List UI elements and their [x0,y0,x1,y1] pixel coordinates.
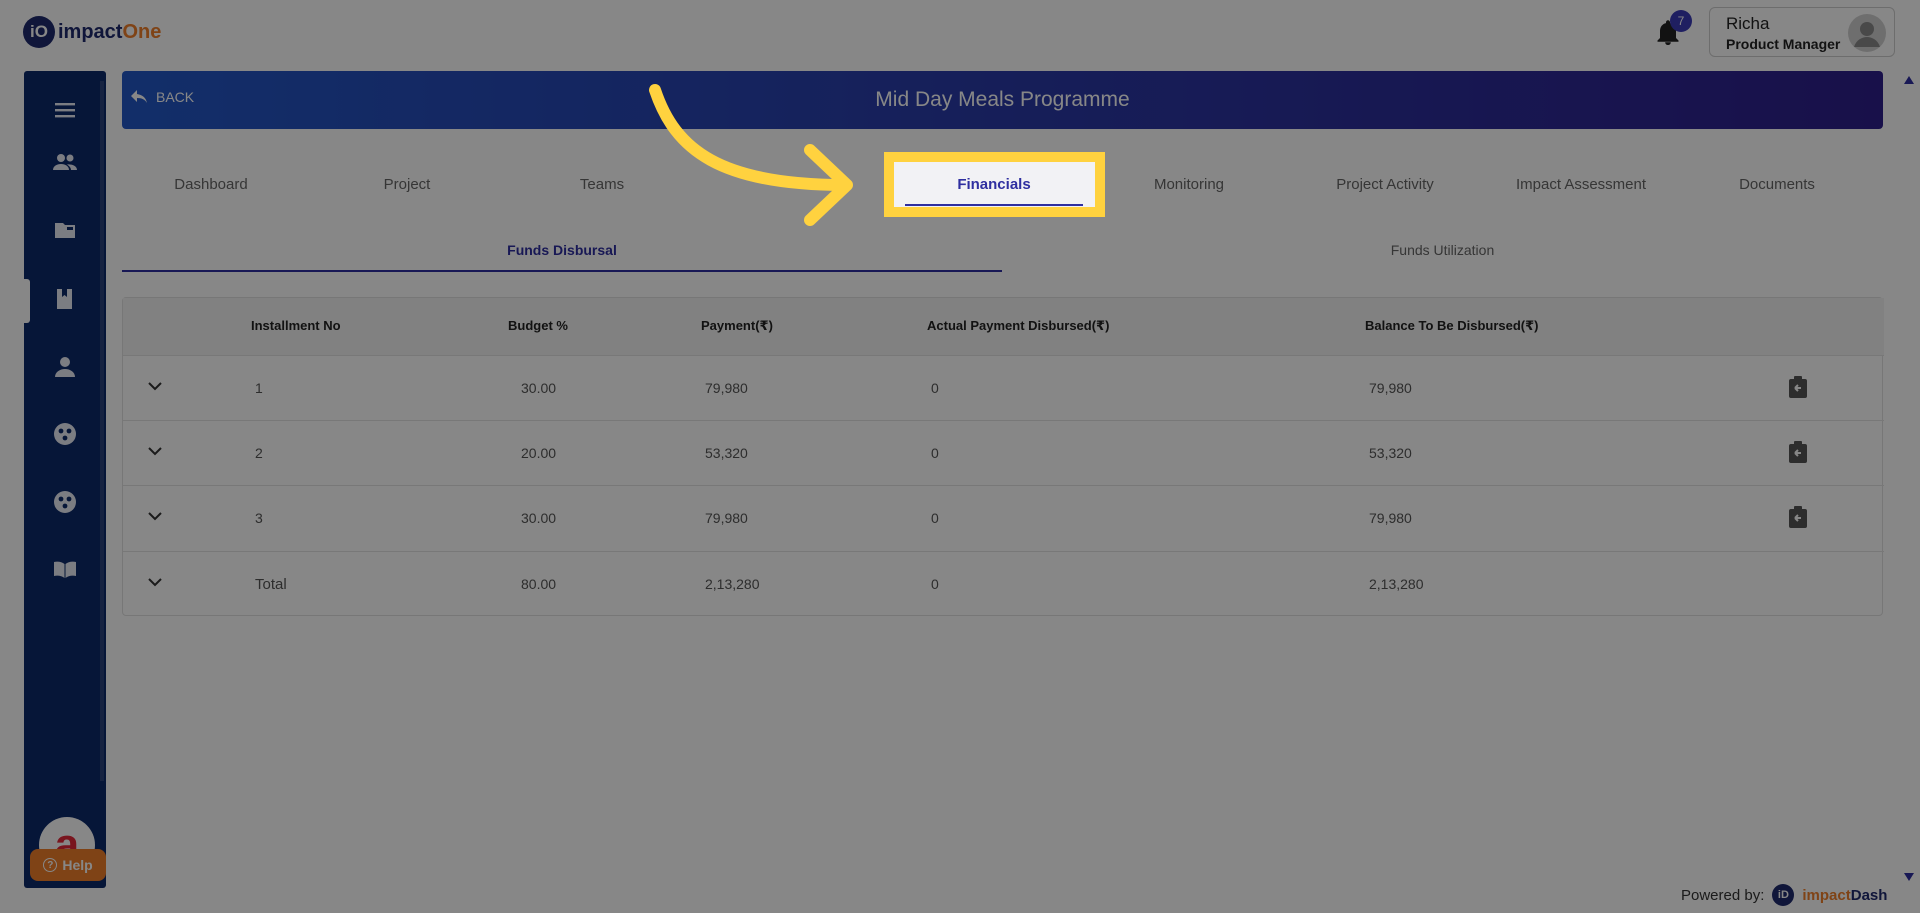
help-button[interactable]: ? Help [30,849,106,881]
cell-budget: 30.00 [521,380,557,396]
impactdash-brand-part-1: impact [1802,886,1851,904]
clipboard-return-icon[interactable] [1787,375,1809,399]
people-icon[interactable] [52,149,78,175]
subtab-funds-disbursal[interactable]: Funds Disbursal [122,232,1002,268]
help-icon: ? [43,858,58,872]
column-budget-percent: Budget % [508,318,568,333]
cell-payment: 79,980 [705,380,748,396]
cell-actual: 0 [931,380,939,396]
logo-mark: iO [23,16,55,48]
top-bar: iO impactOne 7 Richa Product Manager [0,0,1920,64]
logo-text-part-1: impact [58,20,123,43]
impactdash-logo-mark: iD [1772,884,1795,906]
funds-disbursal-table: Installment No Budget % Payment(₹) Actua… [122,297,1884,616]
table-row[interactable]: 2 20.00 53,320 0 53,320 [123,420,1884,485]
cell-installment: 3 [255,510,263,526]
user-icon[interactable] [52,354,78,380]
user-role: Product Manager [1726,36,1841,52]
cell-payment: 53,320 [705,445,748,461]
reply-arrow-icon [131,90,147,103]
clipboard-return-icon[interactable] [1787,505,1809,529]
cell-actual: 0 [931,576,939,592]
table-header: Installment No Budget % Payment(₹) Actua… [123,298,1884,355]
team-icon[interactable] [52,489,78,515]
sidebar: a [24,71,106,888]
impactdash-brand-part-2: Dash [1850,886,1888,904]
cell-payment: 79,980 [705,510,748,526]
help-label: Help [62,857,93,873]
scroll-up-arrow-icon[interactable] [1904,76,1914,84]
open-book-icon[interactable] [52,557,78,583]
column-actual-payment: Actual Payment Disbursed(₹) [927,318,1110,333]
tab-impact-assessment[interactable]: Impact Assessment [1492,162,1670,206]
spotlight-highlight-frame [884,152,1105,217]
folder-icon[interactable] [52,217,78,243]
chevron-down-icon[interactable] [147,443,163,459]
book-icon[interactable] [52,286,78,312]
project-header-banner: Mid Day Meals Programme BACK [122,71,1883,129]
cell-actual: 0 [931,445,939,461]
chevron-down-icon[interactable] [147,574,163,590]
tab-dashboard[interactable]: Dashboard [122,162,300,206]
column-payment: Payment(₹) [701,318,773,333]
sidebar-active-indicator [24,279,30,323]
clipboard-return-icon[interactable] [1787,440,1809,464]
tab-project-activity[interactable]: Project Activity [1296,162,1474,206]
column-installment-no: Installment No [251,318,341,333]
chevron-down-icon[interactable] [147,378,163,394]
logo-text-part-2: One [122,20,162,43]
user-avatar [1848,14,1886,52]
pointer-arrow-icon [649,84,853,226]
scroll-down-arrow-icon[interactable] [1904,873,1914,881]
notification-badge: 7 [1670,10,1692,32]
impactdash-brand: impactDash [1802,887,1887,904]
tab-project[interactable]: Project [318,162,496,206]
project-title: Mid Day Meals Programme [875,88,1130,111]
menu-icon[interactable] [52,97,78,123]
cell-balance: 53,320 [1369,445,1412,461]
user-profile-button[interactable]: Richa Product Manager [1709,7,1895,57]
cell-installment: Total [255,576,287,593]
cell-actual: 0 [931,510,939,526]
cell-balance: 2,13,280 [1369,576,1424,592]
powered-by-footer: Powered by: iD impactDash [1681,884,1887,906]
chevron-down-icon[interactable] [147,508,163,524]
subtab-underline [122,270,1002,272]
back-button[interactable]: BACK [130,89,194,105]
cell-payment: 2,13,280 [705,576,760,592]
column-balance: Balance To Be Disbursed(₹) [1365,318,1539,333]
tab-documents[interactable]: Documents [1688,162,1866,206]
cell-installment: 2 [255,445,263,461]
back-label: BACK [156,89,195,105]
cell-budget: 20.00 [521,445,557,461]
table-row[interactable]: 3 30.00 79,980 0 79,980 [123,485,1884,550]
page: iO impactOne 7 Richa Product Manager a ?… [0,0,1920,913]
group-icon[interactable] [52,421,78,447]
table-row[interactable]: 1 30.00 79,980 0 79,980 [123,355,1884,420]
logo-text: impactOne [58,21,161,44]
subtab-funds-utilization[interactable]: Funds Utilization [1002,232,1883,268]
table-row-total[interactable]: Total 80.00 2,13,280 0 2,13,280 [123,551,1884,616]
tab-monitoring[interactable]: Monitoring [1100,162,1278,206]
user-name: Richa [1726,14,1770,33]
cell-balance: 79,980 [1369,380,1412,396]
person-icon [1854,22,1880,47]
cell-budget: 80.00 [521,576,557,592]
financials-subtabs: Funds Disbursal Funds Utilization [122,232,1883,272]
cell-budget: 30.00 [521,510,557,526]
powered-by-label: Powered by: [1681,886,1765,904]
sidebar-scrollbar[interactable] [100,81,104,781]
app-logo[interactable]: iO impactOne [23,16,161,48]
cell-balance: 79,980 [1369,510,1412,526]
cell-installment: 1 [255,380,263,396]
